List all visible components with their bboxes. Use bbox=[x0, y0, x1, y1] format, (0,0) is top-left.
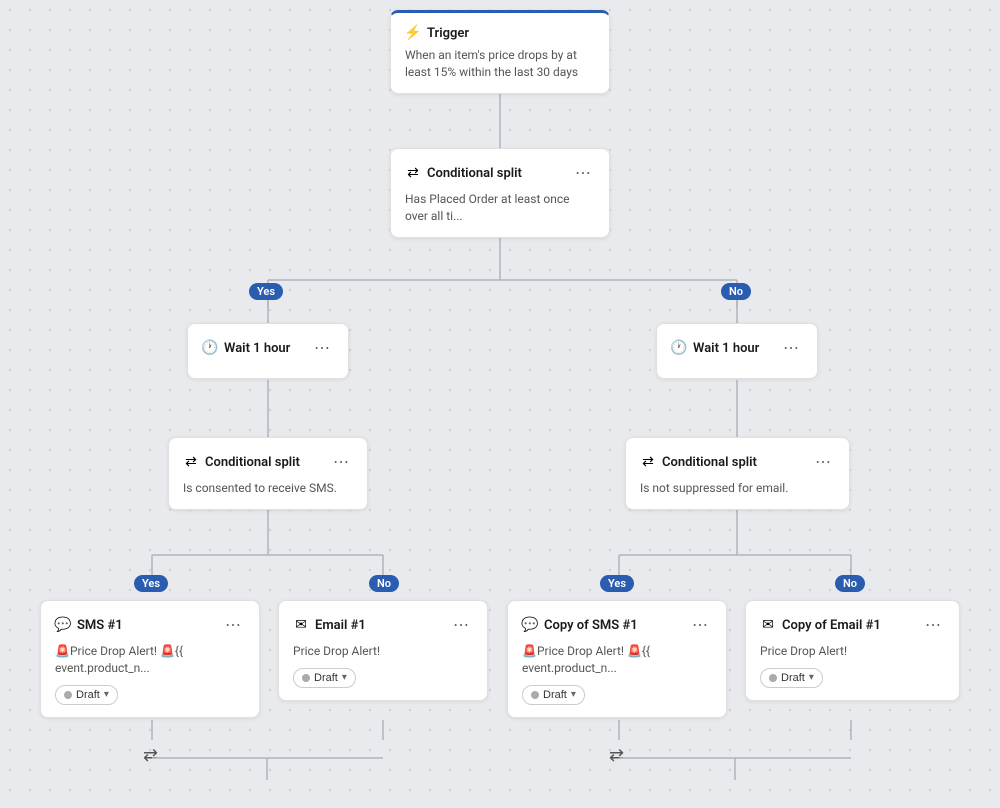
sms2-more-button[interactable]: ⋯ bbox=[688, 613, 712, 637]
email2-icon: ✉ bbox=[760, 617, 776, 633]
split-icon-2: ⇄ bbox=[183, 454, 199, 470]
sms2-title: Copy of SMS #1 bbox=[544, 618, 638, 633]
clock-icon-1: 🕐 bbox=[202, 340, 218, 356]
sms1-card: 💬 SMS #1 ⋯ 🚨Price Drop Alert! 🚨{{ event.… bbox=[40, 600, 260, 718]
sms2-title-group: 💬 Copy of SMS #1 bbox=[522, 617, 638, 633]
wait2-title: Wait 1 hour bbox=[693, 341, 759, 356]
email2-more-button[interactable]: ⋯ bbox=[921, 613, 945, 637]
email2-draft-dot bbox=[769, 674, 777, 682]
trigger-header: ⚡ Trigger bbox=[405, 25, 595, 41]
cs1-title-group: ⇄ Conditional split bbox=[405, 165, 522, 181]
cs1-body: Has Placed Order at least once over all … bbox=[405, 191, 595, 225]
wait2-title-group: 🕐 Wait 1 hour bbox=[671, 340, 759, 356]
sms1-title-group: 💬 SMS #1 bbox=[55, 617, 123, 633]
no-badge-right: No bbox=[721, 283, 751, 300]
sms1-draft-label: Draft bbox=[76, 689, 100, 701]
sms2-card: 💬 Copy of SMS #1 ⋯ 🚨Price Drop Alert! 🚨{… bbox=[507, 600, 727, 718]
cs3-title: Conditional split bbox=[662, 455, 757, 470]
email2-body: Price Drop Alert! bbox=[760, 643, 945, 660]
loop-icon-1: ⇄ bbox=[143, 745, 158, 766]
conditional-split-1-card: ⇄ Conditional split ⋯ Has Placed Order a… bbox=[390, 148, 610, 238]
sms1-body: 🚨Price Drop Alert! 🚨{{ event.product_n..… bbox=[55, 643, 245, 677]
sms1-draft-dot bbox=[64, 691, 72, 699]
trigger-title-group: ⚡ Trigger bbox=[405, 25, 469, 41]
email1-draft-button[interactable]: Draft ▾ bbox=[293, 668, 356, 688]
email2-title: Copy of Email #1 bbox=[782, 618, 881, 633]
email1-icon: ✉ bbox=[293, 617, 309, 633]
email1-header: ✉ Email #1 ⋯ bbox=[293, 613, 473, 637]
sms2-draft-row: Draft ▾ bbox=[522, 685, 712, 705]
wait1-title: Wait 1 hour bbox=[224, 341, 290, 356]
trigger-card: ⚡ Trigger When an item's price drops by … bbox=[390, 10, 610, 94]
no-badge-right-2: No bbox=[835, 575, 865, 592]
email2-title-group: ✉ Copy of Email #1 bbox=[760, 617, 881, 633]
yes-badge-left: Yes bbox=[249, 283, 283, 300]
clock-icon-2: 🕐 bbox=[671, 340, 687, 356]
sms1-draft-row: Draft ▾ bbox=[55, 685, 245, 705]
email2-draft-row: Draft ▾ bbox=[760, 668, 945, 688]
sms1-icon: 💬 bbox=[55, 617, 71, 633]
flow-canvas: ⚡ Trigger When an item's price drops by … bbox=[0, 0, 1000, 808]
sms2-body: 🚨Price Drop Alert! 🚨{{ event.product_n..… bbox=[522, 643, 712, 677]
email1-draft-dot bbox=[302, 674, 310, 682]
wait2-more-button[interactable]: ⋯ bbox=[779, 336, 803, 360]
cs2-title: Conditional split bbox=[205, 455, 300, 470]
email1-title: Email #1 bbox=[315, 618, 366, 633]
email2-draft-label: Draft bbox=[781, 672, 805, 684]
wait1-header: 🕐 Wait 1 hour ⋯ bbox=[202, 336, 334, 360]
sms1-draft-button[interactable]: Draft ▾ bbox=[55, 685, 118, 705]
cs1-title: Conditional split bbox=[427, 166, 522, 181]
cs1-more-button[interactable]: ⋯ bbox=[571, 161, 595, 185]
email2-header: ✉ Copy of Email #1 ⋯ bbox=[760, 613, 945, 637]
email1-title-group: ✉ Email #1 bbox=[293, 617, 366, 633]
email1-draft-row: Draft ▾ bbox=[293, 668, 473, 688]
cs2-title-group: ⇄ Conditional split bbox=[183, 454, 300, 470]
sms1-more-button[interactable]: ⋯ bbox=[221, 613, 245, 637]
sms1-chevron-icon: ▾ bbox=[104, 689, 109, 700]
cs3-title-group: ⇄ Conditional split bbox=[640, 454, 757, 470]
sms1-header: 💬 SMS #1 ⋯ bbox=[55, 613, 245, 637]
wait1-more-button[interactable]: ⋯ bbox=[310, 336, 334, 360]
sms2-draft-label: Draft bbox=[543, 689, 567, 701]
sms2-draft-dot bbox=[531, 691, 539, 699]
trigger-icon: ⚡ bbox=[405, 25, 421, 41]
trigger-body: When an item's price drops by at least 1… bbox=[405, 47, 595, 81]
cs3-more-button[interactable]: ⋯ bbox=[811, 450, 835, 474]
email1-draft-label: Draft bbox=[314, 672, 338, 684]
email1-more-button[interactable]: ⋯ bbox=[449, 613, 473, 637]
email1-body: Price Drop Alert! bbox=[293, 643, 473, 660]
wait1-title-group: 🕐 Wait 1 hour bbox=[202, 340, 290, 356]
cs3-body: Is not suppressed for email. bbox=[640, 480, 835, 497]
sms2-icon: 💬 bbox=[522, 617, 538, 633]
split-icon-3: ⇄ bbox=[640, 454, 656, 470]
cs3-header: ⇄ Conditional split ⋯ bbox=[640, 450, 835, 474]
email1-card: ✉ Email #1 ⋯ Price Drop Alert! Draft ▾ bbox=[278, 600, 488, 701]
sms2-draft-button[interactable]: Draft ▾ bbox=[522, 685, 585, 705]
email1-chevron-icon: ▾ bbox=[342, 672, 347, 683]
yes-badge-right-2: Yes bbox=[600, 575, 634, 592]
conditional-split-2-card: ⇄ Conditional split ⋯ Is consented to re… bbox=[168, 437, 368, 510]
cs2-header: ⇄ Conditional split ⋯ bbox=[183, 450, 353, 474]
sms2-header: 💬 Copy of SMS #1 ⋯ bbox=[522, 613, 712, 637]
cs2-body: Is consented to receive SMS. bbox=[183, 480, 353, 497]
split-icon-1: ⇄ bbox=[405, 165, 421, 181]
email2-draft-button[interactable]: Draft ▾ bbox=[760, 668, 823, 688]
email2-card: ✉ Copy of Email #1 ⋯ Price Drop Alert! D… bbox=[745, 600, 960, 701]
yes-badge-left-2: Yes bbox=[134, 575, 168, 592]
sms2-chevron-icon: ▾ bbox=[571, 689, 576, 700]
conditional-split-3-card: ⇄ Conditional split ⋯ Is not suppressed … bbox=[625, 437, 850, 510]
no-badge-left-2: No bbox=[369, 575, 399, 592]
wait2-header: 🕐 Wait 1 hour ⋯ bbox=[671, 336, 803, 360]
wait-1-card: 🕐 Wait 1 hour ⋯ bbox=[187, 323, 349, 379]
cs1-header: ⇄ Conditional split ⋯ bbox=[405, 161, 595, 185]
loop-icon-2: ⇄ bbox=[609, 745, 624, 766]
trigger-title: Trigger bbox=[427, 26, 469, 41]
cs2-more-button[interactable]: ⋯ bbox=[329, 450, 353, 474]
email2-chevron-icon: ▾ bbox=[809, 672, 814, 683]
sms1-title: SMS #1 bbox=[77, 618, 123, 633]
wait-2-card: 🕐 Wait 1 hour ⋯ bbox=[656, 323, 818, 379]
